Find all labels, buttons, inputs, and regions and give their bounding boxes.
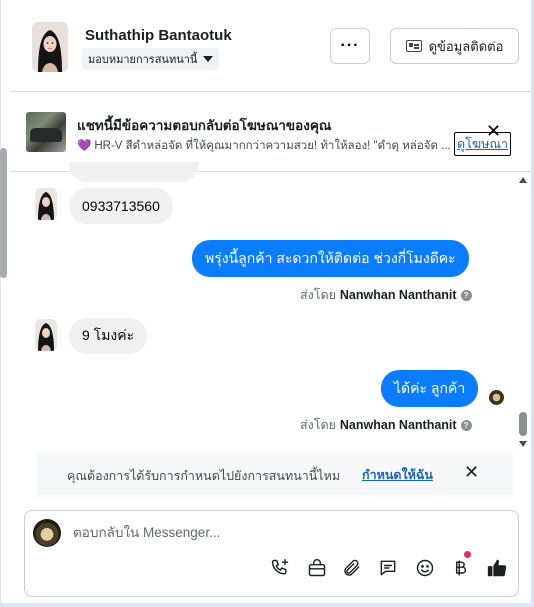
- view-contact-info-button[interactable]: ดูข้อมูลติดต่อ: [390, 28, 519, 64]
- more-options-button[interactable]: ···: [330, 28, 370, 64]
- contact-name[interactable]: Suthathip Bantaotuk: [85, 27, 232, 44]
- sent-by-label: ส่งโดย Nanwhan Nanthanit ?: [300, 285, 472, 305]
- page-scrollbar[interactable]: [0, 148, 7, 278]
- view-ad-link[interactable]: ดูโฆษณา: [454, 132, 511, 156]
- sent-by-name: Nanwhan Nanthanit: [339, 288, 457, 302]
- ad-reply-banner: แชทนี้มีข้อความตอบกลับต่อโฆษณาของคุณ 💜 HR…: [10, 92, 530, 172]
- message-scrollbar-thumb[interactable]: [519, 412, 527, 436]
- window-bottom-edge: [0, 603, 534, 607]
- chat-bubble-icon[interactable]: [377, 557, 399, 579]
- id-card-icon: [405, 40, 422, 52]
- chevron-down-icon: [203, 56, 214, 62]
- thumbs-up-icon[interactable]: [486, 557, 508, 579]
- incoming-message[interactable]: 9 โมงค่ะ: [69, 318, 148, 354]
- sent-by-prefix: ส่งโดย: [300, 418, 336, 432]
- ellipsis-icon: ···: [340, 37, 360, 54]
- assign-to-me-link[interactable]: กำหนดให้ฉัน: [362, 465, 433, 485]
- ad-description-text: HR-V สีดำหล่อจัด ที่ให้คุณมากกว่าความสวย…: [94, 140, 451, 152]
- help-icon[interactable]: ?: [460, 419, 472, 431]
- sent-by-prefix: ส่งโดย: [300, 288, 336, 302]
- incoming-message[interactable]: 0933713560: [69, 188, 173, 224]
- ad-description: 💜 HR-V สีดำหล่อจัด ที่ให้คุณมากกว่าความสว…: [77, 137, 452, 155]
- assign-label: มอบหมายการสนทนานี้: [88, 54, 198, 66]
- sender-avatar: [35, 319, 57, 351]
- contact-avatar[interactable]: [32, 22, 68, 72]
- message-composer: [24, 510, 519, 597]
- purple-heart-icon: 💜: [77, 140, 92, 152]
- baht-icon[interactable]: [449, 551, 471, 579]
- message-text: พรุ่งนี้ลูกค้า สะดวกให้ติดต่อ ช่วงกี่โมง…: [205, 249, 456, 266]
- close-icon[interactable]: ✕: [486, 122, 501, 140]
- close-icon[interactable]: ✕: [464, 463, 479, 481]
- emoji-icon[interactable]: [414, 557, 436, 579]
- previous-message-bubble: [69, 162, 199, 182]
- assign-prompt-bar: คุณต้องการได้รับการกำหนดไปยังการสนทนานี้…: [37, 453, 514, 495]
- reply-input[interactable]: [73, 525, 493, 540]
- help-icon[interactable]: ?: [460, 289, 472, 301]
- assign-conversation-button[interactable]: มอบหมายการสนทนานี้: [82, 48, 220, 70]
- message-text: 9 โมงค่ะ: [82, 327, 135, 343]
- contact-info-label: ดูข้อมูลติดต่อ: [428, 38, 504, 54]
- notification-dot: [464, 551, 471, 558]
- shopping-bag-icon[interactable]: [306, 557, 328, 579]
- outgoing-message[interactable]: พรุ่งนี้ลูกค้า สะดวกให้ติดต่อ ช่วงกี่โมง…: [192, 240, 469, 277]
- outgoing-message[interactable]: ได้ค่ะ ลูกค้า: [381, 370, 479, 407]
- ad-thumbnail: [26, 112, 66, 152]
- message-text: 0933713560: [82, 198, 160, 214]
- conversation-header: Suthathip Bantaotuk มอบหมายการสนทนานี้ ·…: [10, 6, 530, 92]
- seen-by-avatar: [489, 390, 504, 405]
- phone-add-icon[interactable]: [269, 557, 291, 579]
- sender-avatar: [35, 188, 57, 220]
- scroll-up-icon[interactable]: [519, 177, 527, 183]
- scroll-down-icon[interactable]: [519, 441, 527, 447]
- ad-banner-title: แชทนี้มีข้อความตอบกลับต่อโฆษณาของคุณ: [77, 118, 332, 133]
- sent-by-label: ส่งโดย Nanwhan Nanthanit ?: [300, 415, 472, 435]
- assign-prompt-text: คุณต้องการได้รับการกำหนดไปยังการสนทนานี้…: [67, 469, 341, 483]
- sent-by-name: Nanwhan Nanthanit: [339, 418, 457, 432]
- page-avatar: [33, 519, 61, 547]
- paperclip-icon[interactable]: [341, 557, 363, 579]
- message-text: ได้ค่ะ ลูกค้า: [394, 379, 466, 396]
